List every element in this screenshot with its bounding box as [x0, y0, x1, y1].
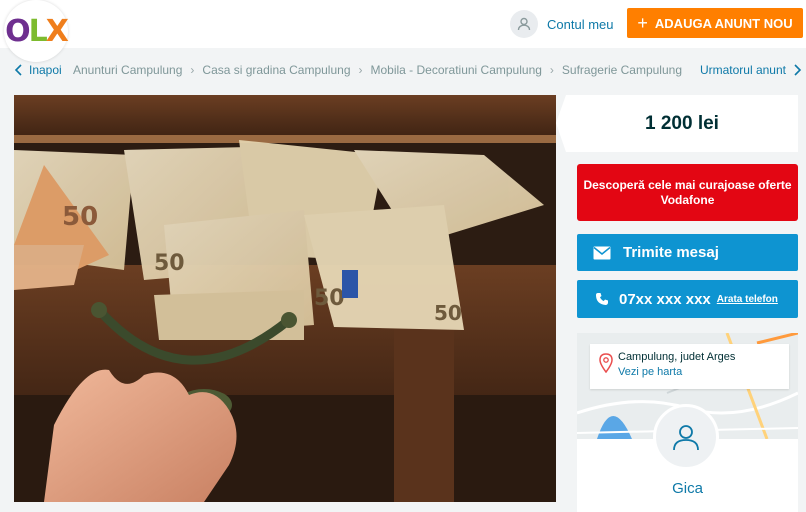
user-icon	[673, 425, 699, 451]
vodafone-promo-banner[interactable]: Descoperă cele mai curajoase oferte Voda…	[577, 164, 798, 221]
price: 1 200 lei	[556, 95, 798, 152]
chevron-right-icon	[794, 64, 802, 76]
send-message-button[interactable]: Trimite mesaj	[577, 234, 798, 271]
chevron-right-icon: ›	[358, 63, 363, 77]
listing-photo[interactable]: 50 50 50 50	[14, 95, 556, 502]
back-label: Inapoi	[29, 63, 62, 77]
olx-logo[interactable]: OLX	[4, 0, 69, 62]
plus-icon: +	[637, 12, 648, 33]
chevron-right-icon: ›	[549, 63, 554, 77]
post-ad-button[interactable]: + ADAUGA ANUNT NOU	[627, 8, 803, 38]
my-account-label: Contul meu	[547, 16, 614, 32]
svg-text:50: 50	[434, 301, 462, 325]
my-account-link[interactable]: Contul meu	[510, 10, 613, 38]
post-ad-label: ADAUGA ANUNT NOU	[654, 15, 793, 31]
next-ad-link[interactable]: Urmatorul anunt	[700, 63, 802, 77]
back-link[interactable]: Inapoi	[14, 63, 62, 77]
breadcrumb: Inapoi Anunturi Campulung › Casa si grad…	[0, 56, 806, 84]
next-ad-label: Urmatorul anunt	[699, 63, 786, 77]
svg-text:50: 50	[154, 251, 185, 276]
svg-text:50: 50	[314, 286, 345, 311]
chevron-left-icon	[14, 64, 22, 76]
phone-number-masked: 07xx xxx xxx	[619, 290, 711, 308]
phone-icon	[596, 293, 608, 305]
location-card: Campulung, judet Arges Vezi pe harta Gic…	[577, 333, 798, 512]
show-phone-button[interactable]: 07xx xxx xxx Arata telefon	[577, 280, 798, 318]
breadcrumb-item[interactable]: Sufragerie Campulung	[562, 63, 682, 77]
user-icon	[510, 10, 538, 38]
send-message-label: Trimite mesaj	[623, 244, 719, 261]
map-pin-icon	[599, 353, 613, 373]
show-phone-link[interactable]: Arata telefon	[717, 294, 778, 305]
seller-name[interactable]: Gica	[577, 480, 798, 497]
view-on-map-link[interactable]: Vezi pe harta	[618, 366, 682, 378]
location-box: Campulung, judet Arges Vezi pe harta	[590, 344, 789, 389]
breadcrumb-item[interactable]: Mobila - Decoratiuni Campulung	[371, 63, 542, 77]
top-header: OLX Contul meu + ADAUGA ANUNT NOU	[0, 0, 806, 62]
location-text: Campulung, judet Arges	[618, 351, 736, 363]
envelope-icon	[593, 246, 611, 259]
chevron-right-icon: ›	[190, 63, 195, 77]
breadcrumb-item[interactable]: Casa si gradina Campulung	[202, 63, 350, 77]
seller-avatar[interactable]	[653, 404, 719, 470]
breadcrumb-item[interactable]: Anunturi Campulung	[73, 63, 182, 77]
svg-text:50: 50	[62, 202, 98, 232]
